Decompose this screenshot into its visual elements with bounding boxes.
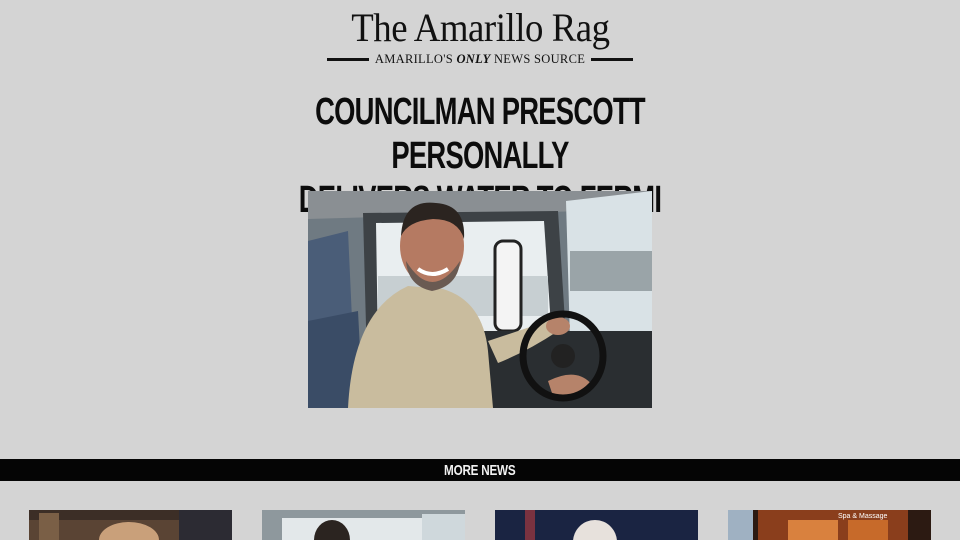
hero-image[interactable] <box>308 191 652 408</box>
thumbnail-2[interactable] <box>262 510 465 540</box>
tagline-rule-right <box>591 57 634 61</box>
tagline-emphasis: ONLY <box>456 51 491 66</box>
more-news-bar: MORE NEWS <box>0 459 960 481</box>
thumbnail-1[interactable] <box>29 510 232 540</box>
photo-man-driving-truck-icon <box>308 191 652 408</box>
thumbnail-4[interactable]: Spa & Massage <box>728 510 931 540</box>
tagline-row: AMARILLO'S ONLY NEWS SOURCE <box>327 51 634 67</box>
headline-line-1: COUNCILMAN PRESCOTT PERSONALLY <box>315 91 646 177</box>
tagline-rule-left <box>327 57 369 61</box>
tagline-prefix: AMARILLO'S <box>374 51 454 66</box>
photo-man-truck-cab-icon <box>262 510 465 540</box>
thumbnail-3[interactable] <box>495 510 698 540</box>
photo-man-bookshelf-icon <box>29 510 232 540</box>
tagline: AMARILLO'S ONLY NEWS SOURCE <box>375 52 585 67</box>
site-title[interactable]: The Amarillo Rag <box>351 6 610 50</box>
spa-sign-text: Spa & Massage <box>838 513 888 520</box>
photo-older-man-icon <box>495 510 698 540</box>
tagline-suffix: NEWS SOURCE <box>493 51 586 66</box>
photo-spa-storefront-icon: Spa & Massage <box>728 510 931 540</box>
masthead: The Amarillo Rag <box>0 6 960 50</box>
more-news-label: MORE NEWS <box>444 461 516 479</box>
